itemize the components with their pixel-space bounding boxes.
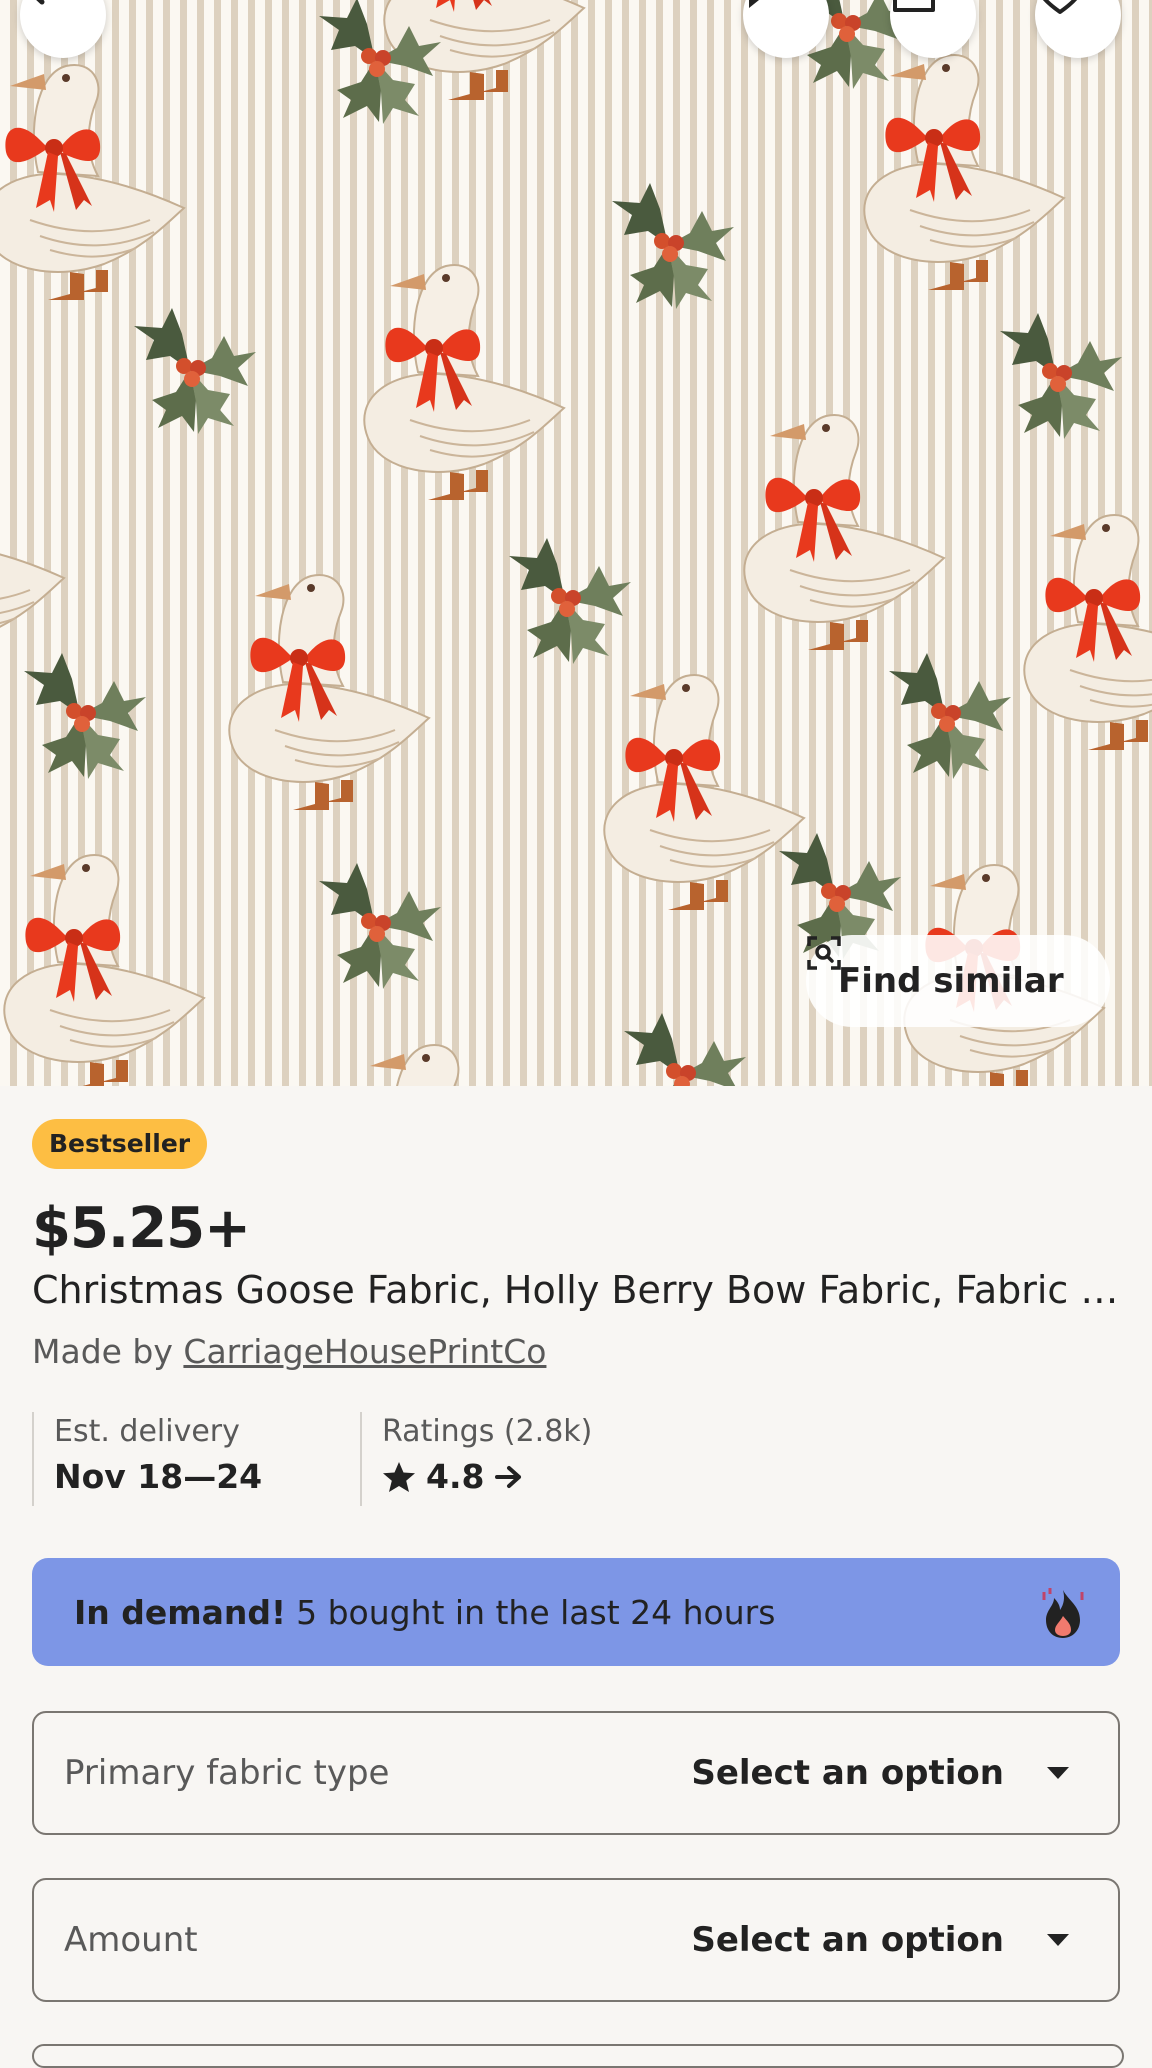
select-value: Select an option bbox=[691, 1920, 1004, 1960]
primary-fabric-type-select[interactable]: Primary fabric type Select an option bbox=[32, 1711, 1120, 1835]
chevron-down-icon bbox=[1047, 1767, 1069, 1779]
arrow-right-icon bbox=[495, 1465, 522, 1488]
star-icon bbox=[383, 1461, 415, 1492]
in-demand-title: In demand! bbox=[74, 1592, 287, 1632]
delivery-info: Est. delivery Nov 18—24 bbox=[32, 1412, 360, 1506]
rating-value: 4.8 bbox=[426, 1457, 485, 1496]
made-by-prefix: Made by bbox=[32, 1332, 173, 1371]
made-by-line: Made by CarriageHousePrintCo bbox=[32, 1332, 546, 1371]
visual-search-icon bbox=[807, 936, 841, 970]
back-icon bbox=[36, 0, 45, 5]
delivery-value: Nov 18—24 bbox=[54, 1457, 263, 1496]
bestseller-badge: Bestseller bbox=[32, 1119, 208, 1169]
chat-icon bbox=[747, 0, 783, 8]
shop-link[interactable]: CarriageHousePrintCo bbox=[183, 1332, 546, 1371]
select-label: Primary fabric type bbox=[64, 1753, 390, 1793]
find-similar-button[interactable]: Find similar bbox=[806, 935, 1110, 1027]
fire-icon bbox=[1042, 1588, 1084, 1638]
in-demand-text: 5 bought in the last 24 hours bbox=[296, 1592, 776, 1632]
select-value: Select an option bbox=[691, 1753, 1004, 1793]
product-image[interactable]: Find similar bbox=[0, 0, 1152, 1086]
select-label: Amount bbox=[64, 1920, 198, 1960]
heart-icon bbox=[1042, 0, 1078, 14]
find-similar-label: Find similar bbox=[838, 961, 1064, 1001]
share-icon bbox=[893, 0, 935, 12]
delivery-label: Est. delivery bbox=[54, 1414, 240, 1449]
ratings-label: Ratings (2.8k) bbox=[382, 1414, 593, 1449]
ratings-link[interactable]: Ratings (2.8k) 4.8 bbox=[360, 1412, 700, 1506]
chevron-down-icon bbox=[1047, 1934, 1069, 1946]
amount-select[interactable]: Amount Select an option bbox=[32, 1878, 1120, 2002]
goose-holly-pattern bbox=[0, 0, 1152, 1086]
price: $5.25+ bbox=[32, 1196, 251, 1261]
in-demand-banner: In demand! 5 bought in the last 24 hours bbox=[32, 1558, 1120, 1666]
product-title[interactable]: Christmas Goose Fabric, Holly Berry Bow … bbox=[32, 1268, 1122, 1312]
